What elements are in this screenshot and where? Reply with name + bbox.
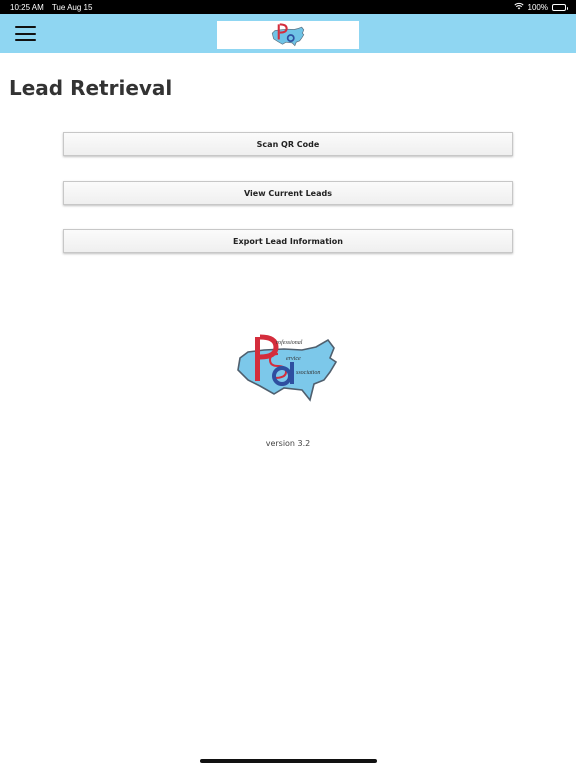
psa-logo: rofessional ervice ssociation xyxy=(237,334,338,402)
logo-text-professional: rofessional xyxy=(276,339,303,346)
status-bar: 10:25 AM Tue Aug 15 100% xyxy=(0,0,576,14)
status-time: 10:25 AM xyxy=(10,2,44,12)
logo-text-association: ssociation xyxy=(296,370,320,376)
logo-text-service: ervice xyxy=(286,356,301,362)
version-label: version 3.2 xyxy=(265,439,311,448)
hamburger-menu-icon[interactable] xyxy=(15,26,36,42)
battery-icon xyxy=(552,3,568,11)
header-logo xyxy=(217,21,359,49)
home-indicator[interactable] xyxy=(200,759,377,763)
battery-percent: 100% xyxy=(527,2,548,12)
page-title: Lead Retrieval xyxy=(9,76,173,100)
status-date: Tue Aug 15 xyxy=(51,2,93,12)
view-current-leads-button[interactable]: View Current Leads xyxy=(63,181,513,205)
psa-logo-icon xyxy=(271,23,305,47)
scan-qr-code-button[interactable]: Scan QR Code xyxy=(63,132,513,156)
export-lead-information-button[interactable]: Export Lead Information xyxy=(63,229,513,253)
wifi-icon xyxy=(513,2,524,12)
